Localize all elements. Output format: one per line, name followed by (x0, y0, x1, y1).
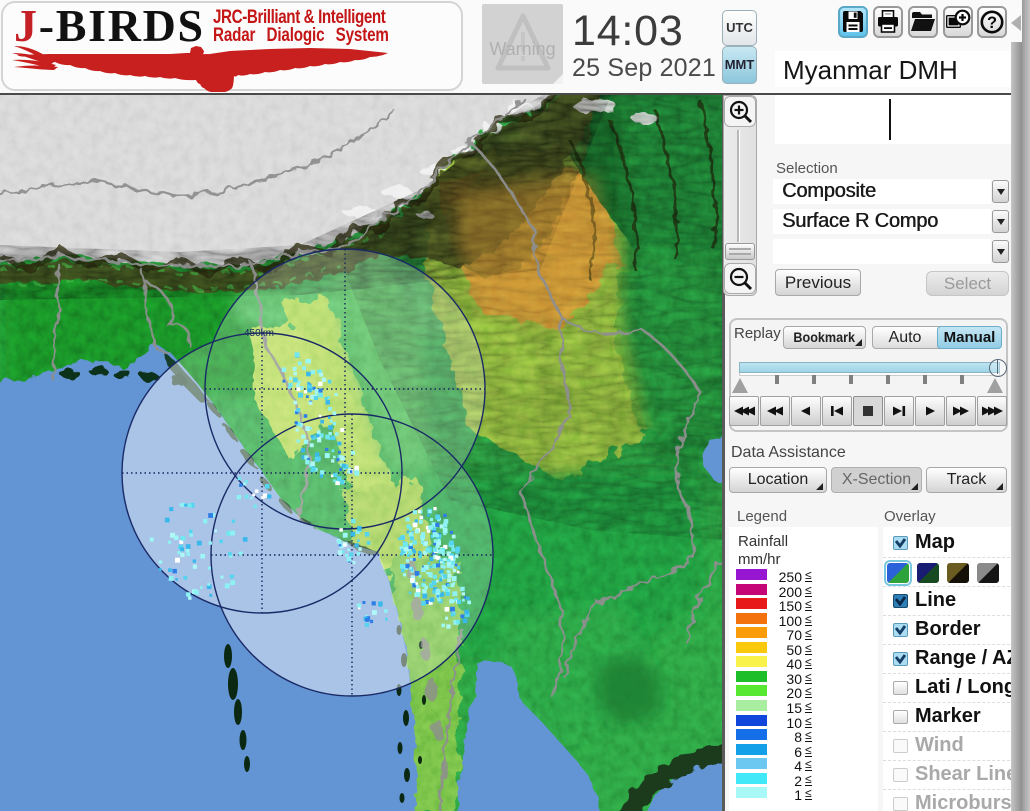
svg-text:450km: 450km (244, 328, 274, 339)
svg-text:?: ? (987, 14, 997, 32)
